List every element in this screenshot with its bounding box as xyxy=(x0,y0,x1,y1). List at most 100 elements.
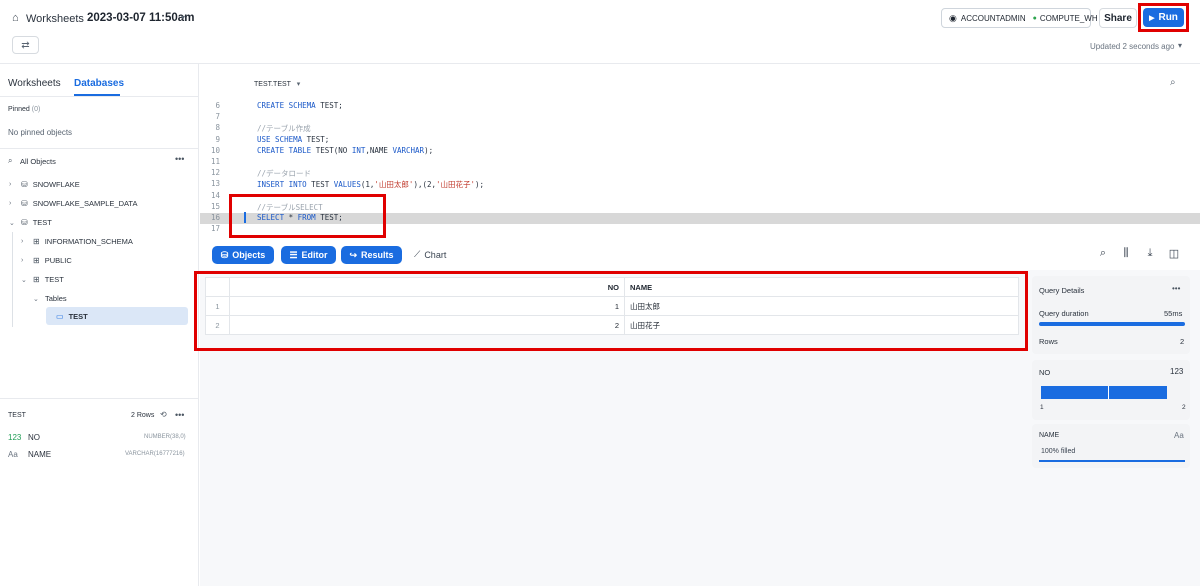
name-label: NAME xyxy=(1039,432,1060,439)
duration-label: Query duration xyxy=(1039,309,1089,318)
results-icon: ↪ xyxy=(349,249,358,260)
tree-item-test-table[interactable]: ▭ TEST xyxy=(46,307,188,325)
row-index-header xyxy=(205,277,230,297)
more-icon[interactable]: ••• xyxy=(175,410,184,420)
filled-percent: 100% filled xyxy=(1041,448,1076,455)
cell-no[interactable]: 1 xyxy=(229,296,625,316)
editor-label: Editor xyxy=(301,250,328,260)
code-line: 9 USE SCHEMA TEST; xyxy=(215,134,330,144)
min-value: 1 xyxy=(1040,404,1044,411)
chevron-down-icon[interactable]: ▾ xyxy=(181,13,185,22)
table-row[interactable]: 2 2 山田花子 xyxy=(205,315,1019,335)
share-button[interactable]: Share xyxy=(1099,8,1137,28)
schema-icon: ⊞ xyxy=(33,237,40,246)
chart-icon: ⟋ xyxy=(414,249,421,259)
results-button[interactable]: ↪ Results xyxy=(341,246,402,264)
chevron-right-icon: › xyxy=(9,200,12,207)
home-icon[interactable]: ⌂ xyxy=(12,12,24,24)
results-toolbar: ⛁ Objects ☰ Editor ↪ Results ⟋ Chart ⌕ ⫼… xyxy=(200,240,1200,270)
select-highlight xyxy=(229,194,386,238)
sql-editor[interactable]: TEST.TEST ▾ ⌕ 6 CREATE SCHEMA TEST; 7 8//… xyxy=(200,64,1200,239)
chevron-down-icon: ▾ xyxy=(296,81,301,88)
cell-name[interactable]: 山田花子 xyxy=(624,315,1019,335)
run-label: Run xyxy=(1158,12,1178,23)
search-icon[interactable]: ⌕ xyxy=(1170,77,1176,88)
max-value: 2 xyxy=(1182,404,1186,411)
tree-label: PUBLIC xyxy=(44,256,72,265)
row-count: 2 Rows xyxy=(131,412,155,419)
columns-icon[interactable]: ⫼ xyxy=(1119,247,1133,260)
column-type: NUMBER(38,0) xyxy=(144,434,186,440)
search-icon[interactable]: ⌕ xyxy=(1096,247,1110,260)
worksheet-title[interactable]: 2023-03-07 11:50am xyxy=(87,12,194,24)
editor-button[interactable]: ☰ Editor xyxy=(281,246,336,264)
duration-value: 55ms xyxy=(1164,309,1183,318)
tab-worksheets[interactable]: Worksheets xyxy=(8,78,61,89)
tab-databases[interactable]: Databases xyxy=(74,78,124,89)
code-line: 11 xyxy=(210,156,220,166)
cell-name[interactable]: 山田太郎 xyxy=(624,296,1019,316)
tree-guide xyxy=(12,232,13,327)
column-header-no[interactable]: NO xyxy=(229,277,625,297)
objects-button[interactable]: ⛁ Objects xyxy=(212,246,274,264)
tree-item-snowflake-sample-data[interactable]: › ⛁ SNOWFLAKE_SAMPLE_DATA xyxy=(9,199,137,208)
refresh-icon[interactable]: ⟲ xyxy=(160,410,167,419)
split-view-icon[interactable]: ◫ xyxy=(1167,247,1181,260)
cell-no[interactable]: 2 xyxy=(229,315,625,335)
search-icon: ⌕ xyxy=(8,156,13,165)
tree-item-tables[interactable]: ⌄ Tables xyxy=(33,294,67,303)
row-index: 2 xyxy=(205,315,230,335)
table-header-row: NO NAME xyxy=(205,277,1019,297)
sidebar: Worksheets Databases Pinned (0) No pinne… xyxy=(0,64,199,586)
tree-label: SNOWFLAKE_SAMPLE_DATA xyxy=(32,199,138,208)
table-row[interactable]: 1 1 山田太郎 xyxy=(205,296,1019,316)
schema-icon: ⊞ xyxy=(33,275,40,284)
more-icon[interactable]: ••• xyxy=(1172,284,1180,293)
no-label: NO xyxy=(1039,368,1051,377)
tree-label: TEST xyxy=(44,275,64,284)
code-line: 8//テーブル作成 xyxy=(215,123,311,134)
divider xyxy=(0,148,199,149)
more-icon[interactable]: ••• xyxy=(175,154,184,164)
chevron-down-icon: ⌄ xyxy=(21,276,27,284)
row-index: 1 xyxy=(205,296,230,316)
database-icon: ⛁ xyxy=(21,199,28,208)
context-selector[interactable]: TEST.TEST ▾ xyxy=(254,80,300,88)
updated-status: Updated 2 seconds ago xyxy=(1090,42,1175,51)
filter-button[interactable]: ⇄ xyxy=(12,36,39,54)
breadcrumb-worksheets[interactable]: Worksheets xyxy=(26,13,84,25)
tree-label: Tables xyxy=(45,294,67,303)
top-bar: ⌂ Worksheets 2023-03-07 11:50am ▾ ◉ ACCO… xyxy=(0,0,1200,64)
divider xyxy=(0,96,199,97)
code-line: 7 xyxy=(215,112,220,122)
pinned-header: Pinned (0) xyxy=(8,106,40,113)
number-type-icon: 123 xyxy=(8,433,22,442)
name-column-card[interactable]: NAME Aa 100% filled xyxy=(1032,424,1190,468)
column-header-name[interactable]: NAME xyxy=(624,277,1019,297)
results-panel: NO NAME 1 1 山田太郎 2 2 山田花子 xyxy=(194,270,1030,586)
run-button[interactable]: ▶ Run xyxy=(1143,8,1184,27)
tree-item-test-db[interactable]: ⌄ ⛁ TEST xyxy=(9,218,52,227)
number-type-icon: 123 xyxy=(1170,367,1184,376)
user-icon: ◉ xyxy=(949,12,957,23)
histogram-bar xyxy=(1041,386,1108,399)
filled-bar xyxy=(1039,460,1185,462)
tree-item-snowflake[interactable]: › ⛁ SNOWFLAKE xyxy=(9,180,80,189)
table-icon: ▭ xyxy=(56,311,64,321)
chevron-down-icon[interactable]: ▾ xyxy=(1178,41,1182,50)
role-warehouse-selector[interactable]: ◉ ACCOUNTADMIN ● COMPUTE_WH xyxy=(941,8,1098,28)
column-name: NAME xyxy=(28,450,52,459)
tree-item-information-schema[interactable]: › ⊞ INFORMATION_SCHEMA xyxy=(21,237,133,246)
role-label: ACCOUNTADMIN xyxy=(960,13,1026,23)
tree-item-test-schema[interactable]: ⌄ ⊞ TEST xyxy=(21,275,64,284)
tree-item-public[interactable]: › ⊞ PUBLIC xyxy=(21,256,72,265)
download-icon[interactable]: ⤓ xyxy=(1143,247,1157,260)
column-name: NO xyxy=(28,433,40,442)
chart-tab[interactable]: ⟋ Chart xyxy=(414,249,446,260)
code-line: 10 CREATE TABLE TEST(NO INT,NAME VARCHAR)… xyxy=(210,145,434,155)
context-label: TEST.TEST xyxy=(254,81,291,88)
no-column-card[interactable]: NO 123 1 2 xyxy=(1032,360,1190,420)
play-icon: ▶ xyxy=(1149,14,1155,22)
pinned-label: Pinned xyxy=(8,106,30,113)
all-objects-label[interactable]: All Objects xyxy=(20,157,56,166)
